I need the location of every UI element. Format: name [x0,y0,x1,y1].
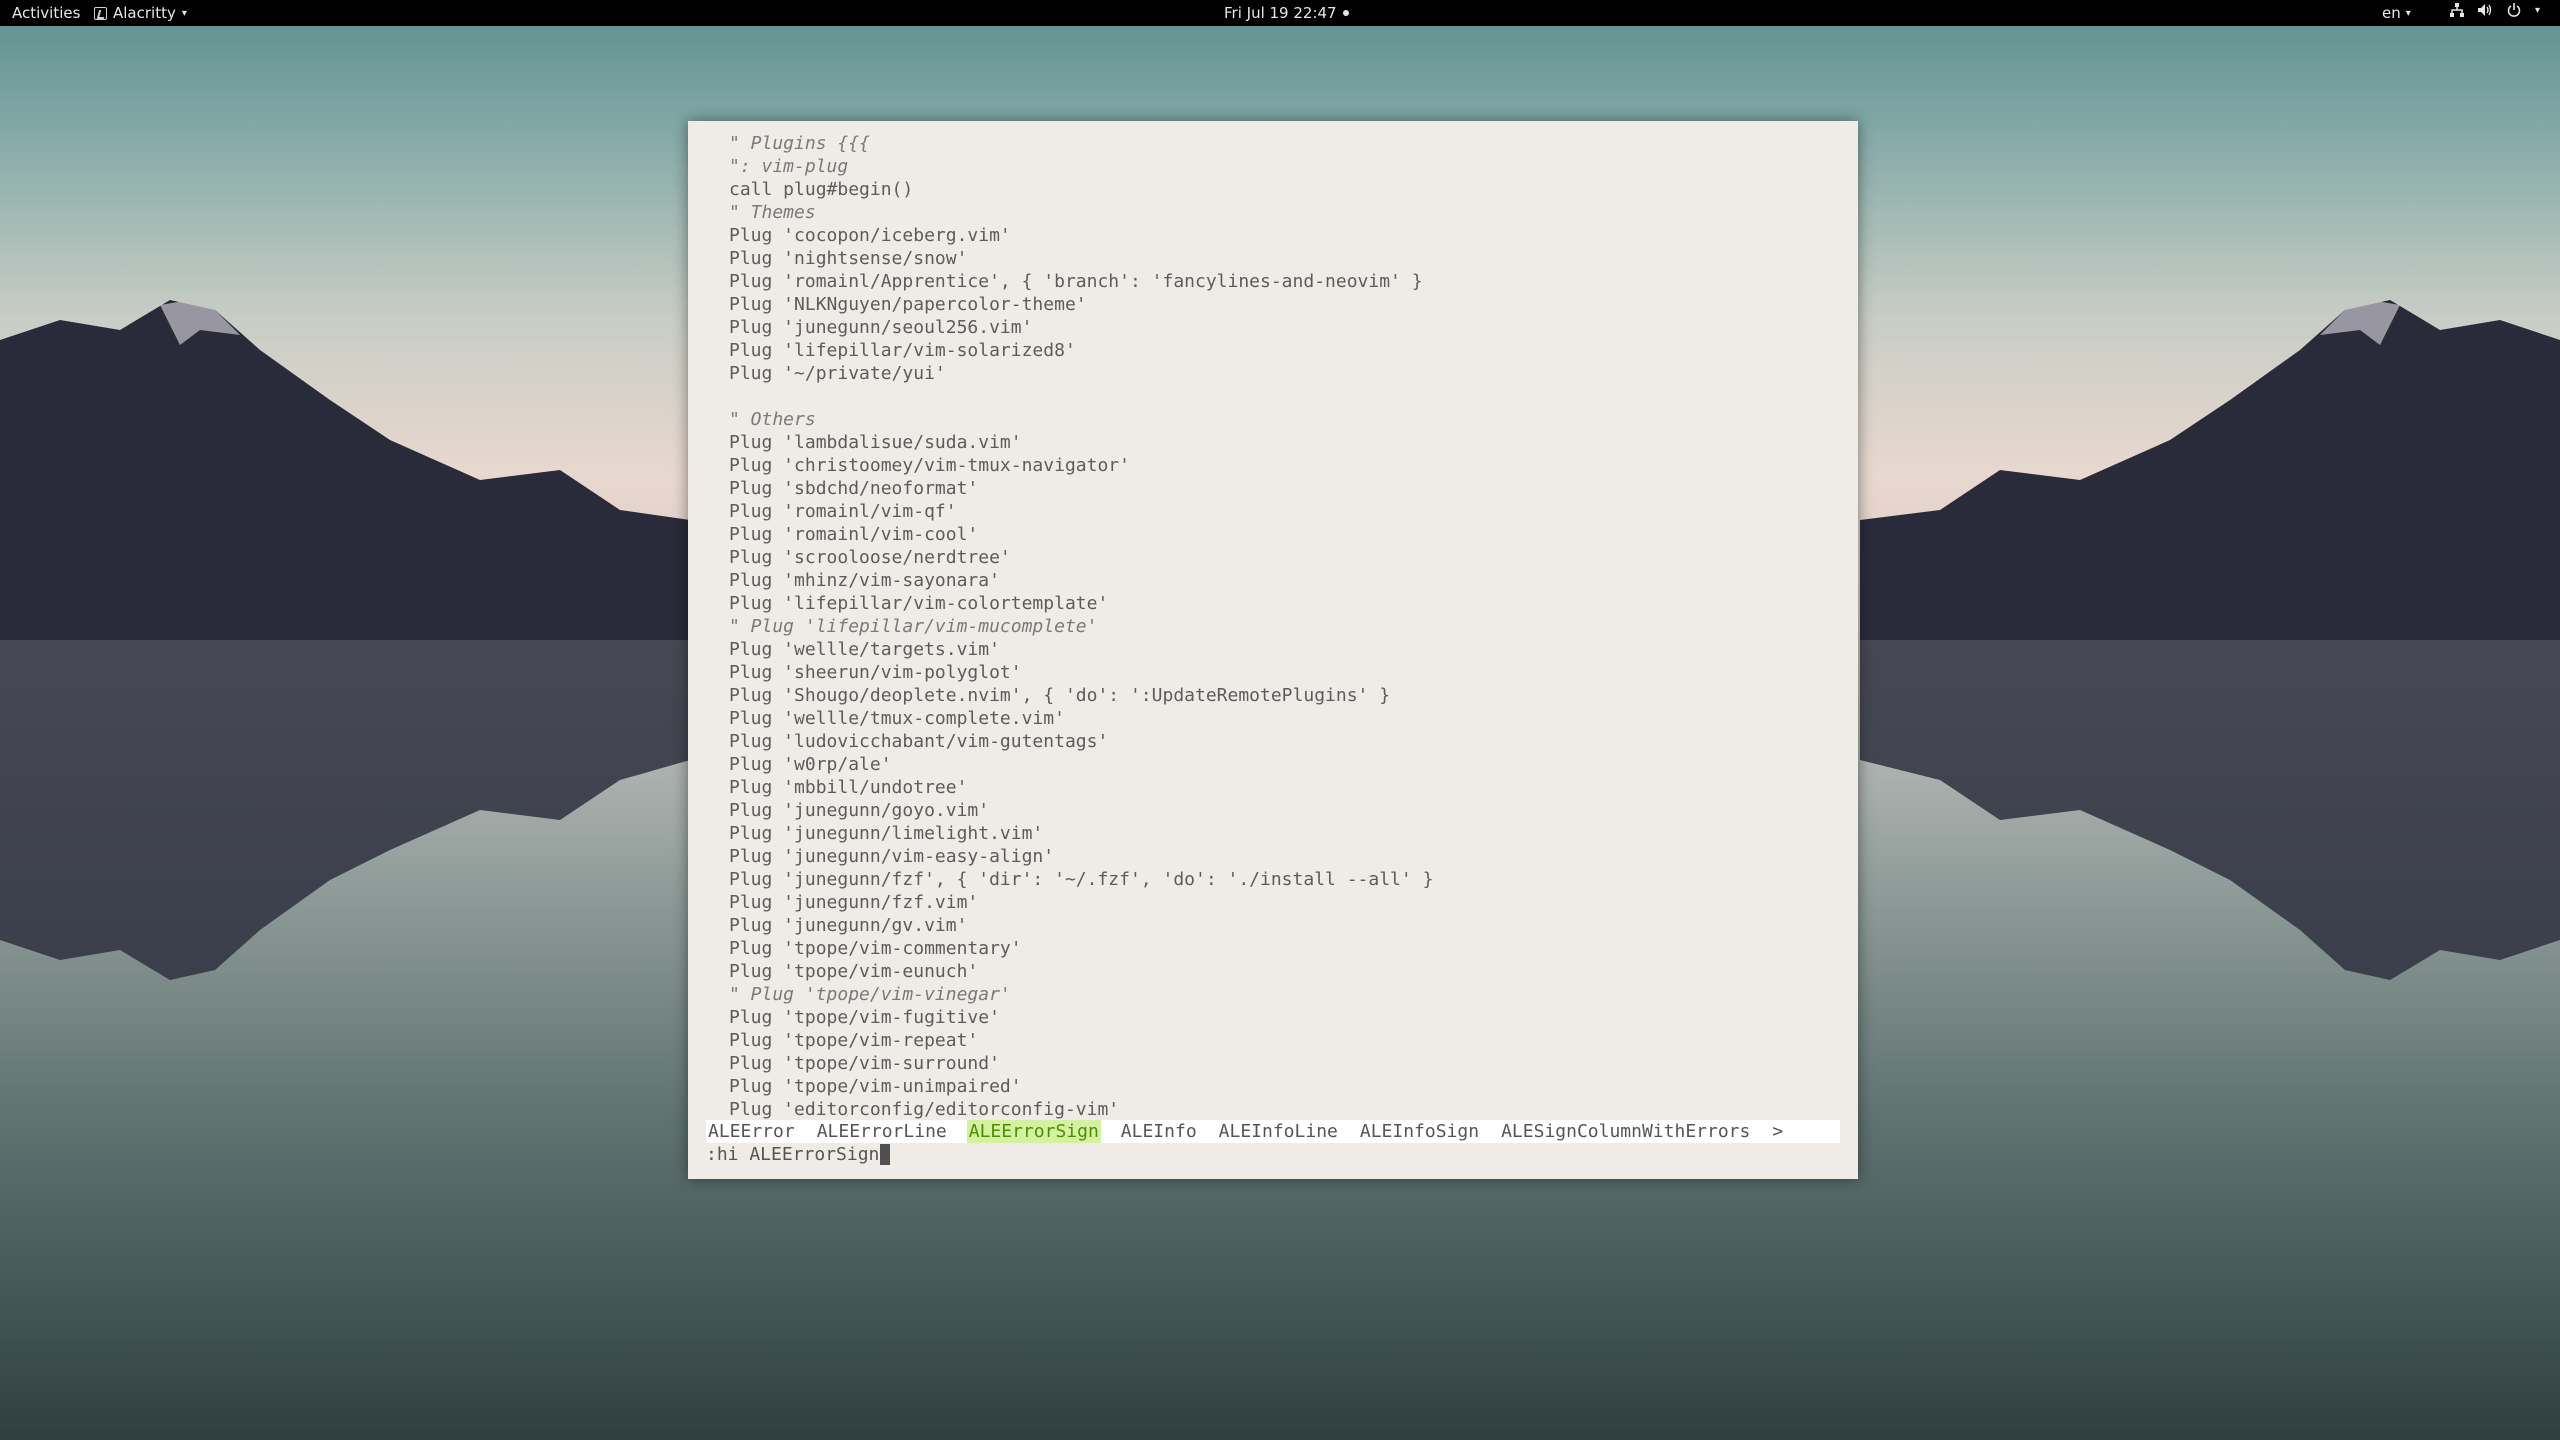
code-line: Plug 'sheerun/vim-polyglot' [729,662,1022,683]
system-tray[interactable]: ▾ [2450,3,2540,17]
comment-line: " Themes [729,202,816,223]
code-line: Plug 'lambdalisue/suda.vim' [729,432,1022,453]
volume-icon [2478,3,2493,17]
wildmenu-item[interactable]: ALEErrorSign [966,1120,1101,1143]
code-line: Plug '~/private/yui' [729,363,946,384]
code-line: Plug 'christoomey/vim-tmux-navigator' [729,455,1130,476]
language-label: en [2382,4,2401,22]
code-line: Plug 'lifepillar/vim-colortemplate' [729,593,1109,614]
app-menu[interactable]: Alacritty ▾ [94,4,187,22]
clock-button[interactable]: Fri Jul 19 22:47 [1224,4,1349,22]
comment-line: " Others [729,409,816,430]
wildmenu-item[interactable]: ALEErrorLine [815,1120,949,1143]
wildmenu-item[interactable]: ALEError [706,1120,797,1143]
text-cursor [880,1144,891,1165]
app-name: Alacritty [113,4,176,22]
code-line: call plug#begin() [729,179,914,200]
code-line: Plug 'lifepillar/vim-solarized8' [729,340,1076,361]
code-line: Plug 'romainl/vim-cool' [729,524,979,545]
wildmenu[interactable]: ALEError ALEErrorLine ALEErrorSign ALEInfo A… [706,1120,1840,1143]
top-bar: Activities Alacritty ▾ Fri Jul 19 22:47 … [0,0,2560,26]
code-line: Plug 'junegunn/vim-easy-align' [729,846,1055,867]
code-line: Plug 'tpope/vim-surround' [729,1053,1000,1074]
code-line: Plug 'junegunn/gv.vim' [729,915,968,936]
editor-buffer[interactable]: " Plugins {{{": vim-plug call plug#begin(… [706,132,1433,1121]
language-switcher[interactable]: en ▾ [2382,4,2411,22]
clock-text: Fri Jul 19 22:47 [1224,4,1337,22]
comment-line: " Plug 'tpope/vim-vinegar' [729,984,1011,1005]
code-line: Plug 'tpope/vim-repeat' [729,1030,979,1051]
code-line: Plug 'junegunn/goyo.vim' [729,800,990,821]
terminal-app-icon [94,6,107,20]
code-line: Plug 'junegunn/fzf.vim' [729,892,979,913]
code-line: Plug 'junegunn/limelight.vim' [729,823,1044,844]
command-text: :hi ALEErrorSign [706,1144,880,1165]
code-line: Plug 'romainl/vim-qf' [729,501,957,522]
code-line: Plug 'w0rp/ale' [729,754,892,775]
dropdown-arrow-icon: ▾ [2535,4,2541,16]
code-line: Plug 'wellle/tmux-complete.vim' [729,708,1065,729]
command-line[interactable]: :hi ALEErrorSign [706,1143,891,1166]
code-line: Plug 'ludovicchabant/vim-gutentags' [729,731,1109,752]
code-line: Plug 'NLKNguyen/papercolor-theme' [729,294,1087,315]
code-line: Plug 'tpope/vim-commentary' [729,938,1022,959]
comment-line: " Plugins {{{ [729,133,870,154]
code-line: Plug 'mhinz/vim-sayonara' [729,570,1000,591]
code-line: Plug 'tpope/vim-eunuch' [729,961,979,982]
terminal-window[interactable]: " Plugins {{{": vim-plug call plug#begin(… [688,121,1858,1179]
wildmenu-item[interactable]: ALEInfoLine [1217,1120,1340,1143]
code-line: Plug 'romainl/Apprentice', { 'branch': '… [729,271,1423,292]
comment-line: ": vim-plug [729,156,849,177]
code-line: Plug 'wellle/targets.vim' [729,639,1000,660]
comment-line: " Plug 'lifepillar/vim-mucomplete' [729,616,1098,637]
code-line: Plug 'tpope/vim-unimpaired' [729,1076,1022,1097]
code-line: Plug 'mbbill/undotree' [729,777,968,798]
code-line: Plug 'scrooloose/nerdtree' [729,547,1011,568]
dropdown-arrow-icon: ▾ [2405,7,2411,19]
wildmenu-more-indicator[interactable]: > [1770,1120,1785,1143]
code-line: Plug 'junegunn/fzf', { 'dir': '~/.fzf', … [729,869,1434,890]
code-line: Plug 'nightsense/snow' [729,248,968,269]
code-line: Plug 'junegunn/seoul256.vim' [729,317,1033,338]
wildmenu-item[interactable]: ALEInfoSign [1358,1120,1481,1143]
code-line: Plug 'sbdchd/neoformat' [729,478,979,499]
wildmenu-item[interactable]: ALESignColumnWithErrors [1499,1120,1752,1143]
activities-button[interactable]: Activities [12,4,80,22]
code-line: Plug 'editorconfig/editorconfig-vim' [729,1099,1120,1120]
code-line: Plug 'tpope/vim-fugitive' [729,1007,1000,1028]
code-line: Plug 'cocopon/iceberg.vim' [729,225,1011,246]
network-icon [2450,3,2464,17]
code-line: Plug 'Shougo/deoplete.nvim', { 'do': ':U… [729,685,1391,706]
wildmenu-item[interactable]: ALEInfo [1119,1120,1199,1143]
dropdown-arrow-icon: ▾ [181,7,187,19]
notification-dot-icon [1342,10,1349,16]
power-icon [2507,3,2521,17]
